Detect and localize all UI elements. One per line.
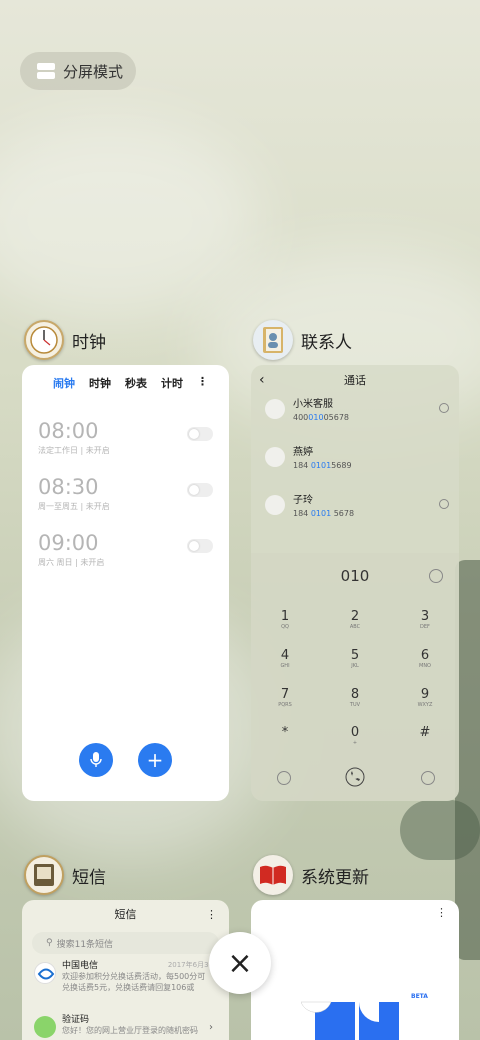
- mic-icon: [90, 752, 102, 767]
- contacts-book-icon: [253, 320, 293, 360]
- updater-app-card[interactable]: ⋮ BETA: [251, 900, 459, 1040]
- split-screen-label: 分屏模式: [63, 62, 124, 81]
- alarm-toggle[interactable]: [187, 483, 213, 497]
- messages-app-name: 短信: [72, 867, 106, 888]
- alarm-item[interactable]: 08:30 周一至周五 | 未开启: [38, 475, 213, 531]
- clock-icon: [24, 320, 64, 360]
- alarm-toggle[interactable]: [187, 539, 213, 553]
- more-options-icon[interactable]: [421, 771, 435, 785]
- message-item[interactable]: 中国电信 欢迎参加积分兑换话费活动，每500分可兑换话费5元，兑换话费请回复10…: [22, 958, 229, 1012]
- verification-icon: [34, 1016, 56, 1038]
- add-alarm-button[interactable]: +: [138, 743, 172, 777]
- search-placeholder: 搜索11条短信: [56, 939, 114, 950]
- close-icon: ×: [227, 945, 253, 981]
- dial-key-5[interactable]: 5 JKL: [325, 648, 385, 669]
- message-preview: 您好！您的网上营业厅登录的随机密码为：: [62, 1026, 198, 1035]
- info-icon[interactable]: [439, 499, 449, 509]
- alarm-sub: 周六 周日 | 未开启: [38, 558, 105, 567]
- updater-app-name: 系统更新: [301, 867, 369, 888]
- tab-stopwatch[interactable]: 秒表: [125, 375, 147, 391]
- dial-key-8[interactable]: 8 TUV: [325, 687, 385, 708]
- contact-name: 子玲: [293, 495, 313, 506]
- clock-tabs: 闹钟 时钟 秒表 计时 ⋮: [22, 365, 229, 391]
- clock-app-name: 时钟: [72, 332, 106, 353]
- avatar: [265, 495, 285, 515]
- contact-name: 燕婷: [293, 447, 313, 458]
- contact-row[interactable]: 燕婷 184 01015689: [251, 443, 459, 491]
- split-screen-icon: [37, 63, 55, 79]
- messages-app-header[interactable]: 短信: [24, 855, 106, 895]
- alarm-toggle[interactable]: [187, 427, 213, 441]
- collapse-icon[interactable]: [277, 771, 291, 785]
- alarm-item[interactable]: 08:00 法定工作日 | 未开启: [38, 419, 213, 475]
- dial-key-hash[interactable]: #: [395, 725, 455, 740]
- back-icon[interactable]: ‹: [259, 372, 265, 388]
- contact-number: 40001005678: [293, 413, 350, 422]
- clock-app-header[interactable]: 时钟: [24, 320, 106, 360]
- tab-alarm[interactable]: 闹钟: [53, 375, 75, 391]
- contacts-app-card[interactable]: ‹ 通话 小米客服 40001005678 燕婷 184 01015689 子玲…: [251, 365, 459, 801]
- info-icon[interactable]: [439, 403, 449, 413]
- split-screen-button[interactable]: 分屏模式: [20, 52, 136, 90]
- messages-app-card[interactable]: 短信 ⋮ ⚲ 搜索11条短信 中国电信 欢迎参加积分兑换话费活动，每500分可兑…: [22, 900, 229, 1040]
- messages-topbar: 短信 ⋮: [22, 900, 229, 928]
- tab-timer[interactable]: 计时: [161, 375, 183, 391]
- messages-icon: [24, 855, 64, 895]
- more-icon[interactable]: ⋮: [197, 375, 208, 391]
- dial-key-9[interactable]: 9 WXYZ: [395, 687, 455, 708]
- more-icon[interactable]: ⋮: [206, 908, 217, 921]
- message-preview: 欢迎参加积分兑换话费活动，每500分可兑换话费5元，兑换话费请回复106或jfd…: [62, 972, 206, 992]
- updater-app-header[interactable]: 系统更新: [253, 855, 369, 895]
- close-all-button[interactable]: ×: [209, 932, 271, 994]
- dial-key-4[interactable]: 4 GHI: [255, 648, 315, 669]
- clear-icon[interactable]: [429, 569, 443, 583]
- contact-number: 184 0101 5678: [293, 509, 355, 518]
- dial-key-1[interactable]: 1 QQ: [255, 609, 315, 630]
- alarm-item[interactable]: 09:00 周六 周日 | 未开启: [38, 531, 213, 587]
- alarm-sub: 周一至周五 | 未开启: [38, 502, 110, 511]
- plus-icon: +: [146, 748, 164, 772]
- avatar: [265, 399, 285, 419]
- contacts-app-name: 联系人: [301, 332, 352, 353]
- miui-logo-graphic: [301, 1001, 399, 1040]
- chevron-right-icon: ›: [209, 1022, 213, 1033]
- message-date: 2017年6月30: [167, 961, 213, 969]
- contact-row[interactable]: 小米客服 40001005678: [251, 395, 459, 443]
- dial-key-7[interactable]: 7 PQRS: [255, 687, 315, 708]
- dial-key-star[interactable]: *: [255, 725, 315, 740]
- message-sender: 验证码: [62, 1015, 90, 1025]
- more-icon[interactable]: ⋮: [436, 906, 447, 919]
- contacts-topbar: ‹ 通话: [251, 365, 459, 395]
- dial-input: 010: [340, 567, 370, 585]
- contact-number: 184 01015689: [293, 461, 352, 470]
- contacts-app-header[interactable]: 联系人: [253, 320, 352, 360]
- contact-name: 小米客服: [293, 399, 333, 410]
- dial-key-0[interactable]: 0 +: [325, 725, 385, 746]
- china-telecom-logo: [34, 962, 56, 984]
- search-icon: ⚲: [46, 938, 53, 948]
- clock-app-card[interactable]: 闹钟 时钟 秒表 计时 ⋮ 08:00 法定工作日 | 未开启 08:30 周一…: [22, 365, 229, 801]
- call-icon[interactable]: [345, 767, 365, 787]
- system-update-icon: [253, 855, 293, 895]
- contacts-title: 通话: [344, 374, 366, 387]
- voice-alarm-button[interactable]: [79, 743, 113, 777]
- messages-title: 短信: [114, 908, 137, 921]
- messages-search[interactable]: ⚲ 搜索11条短信: [32, 932, 219, 954]
- dial-key-6[interactable]: 6 MNO: [395, 648, 455, 669]
- beta-badge: BETA: [411, 993, 428, 1000]
- tab-clock[interactable]: 时钟: [89, 375, 111, 391]
- dial-key-3[interactable]: 3 DEF: [395, 609, 455, 630]
- contact-row[interactable]: 子玲 184 0101 5678: [251, 491, 459, 539]
- avatar: [265, 447, 285, 467]
- dialpad: 010 1 QQ 2 ABC 3 DEF 4 GHI 5 JKL 6 MNO 7 PQRS 8…: [251, 553, 459, 801]
- message-item[interactable]: 验证码 您好！您的网上营业厅登录的随机密码为： ›: [22, 1012, 229, 1040]
- alarm-sub: 法定工作日 | 未开启: [38, 446, 110, 455]
- dial-key-2[interactable]: 2 ABC: [325, 609, 385, 630]
